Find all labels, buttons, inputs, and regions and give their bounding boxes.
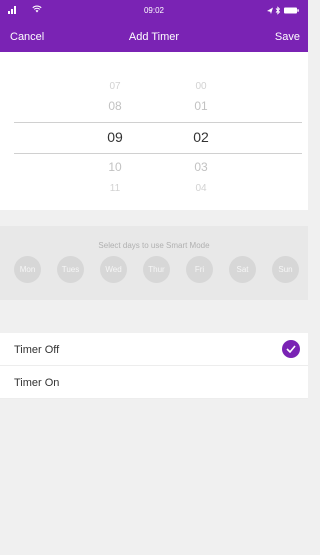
minute-option[interactable]: 01 bbox=[171, 99, 231, 113]
option-timer-on[interactable]: Timer On bbox=[0, 366, 308, 399]
hour-option[interactable]: 07 bbox=[85, 81, 145, 92]
smart-mode-label: Select days to use Smart Mode bbox=[98, 241, 210, 250]
minute-option[interactable]: 04 bbox=[171, 183, 231, 194]
battery-icon bbox=[284, 7, 297, 14]
hour-option[interactable]: 11 bbox=[85, 183, 145, 194]
bluetooth-icon bbox=[275, 6, 281, 15]
day-button-fri[interactable]: Fri bbox=[186, 256, 213, 283]
option-timer-off[interactable]: Timer Off bbox=[0, 333, 308, 366]
minute-wheel[interactable]: 00 01 02 03 04 bbox=[171, 52, 231, 210]
timer-options-list: Timer Off Timer On bbox=[0, 333, 308, 399]
selection-line-top bbox=[14, 122, 302, 123]
status-time: 09:02 bbox=[143, 6, 165, 15]
day-button-wed[interactable]: Wed bbox=[100, 256, 127, 283]
time-picker[interactable]: 07 08 09 10 11 00 01 02 03 04 bbox=[0, 52, 308, 210]
page-title: Add Timer bbox=[128, 31, 180, 43]
save-button[interactable]: Save bbox=[275, 31, 300, 43]
day-button-sun[interactable]: Sun bbox=[272, 256, 299, 283]
day-button-thur[interactable]: Thur bbox=[143, 256, 170, 283]
minute-option[interactable]: 00 bbox=[171, 81, 231, 92]
hour-option[interactable]: 08 bbox=[85, 99, 145, 113]
nav-bar: Cancel Add Timer Save bbox=[0, 22, 308, 52]
day-button-sat[interactable]: Sat bbox=[229, 256, 256, 283]
option-label: Timer Off bbox=[14, 344, 60, 356]
checkmark-icon bbox=[282, 340, 300, 358]
selection-line-bottom bbox=[14, 153, 302, 154]
status-bar: 09:02 bbox=[0, 0, 308, 22]
smart-mode-panel: Select days to use Smart Mode Mon Tues W… bbox=[0, 226, 308, 300]
option-label: Timer On bbox=[14, 377, 60, 389]
location-icon bbox=[267, 7, 273, 14]
day-button-tues[interactable]: Tues bbox=[57, 256, 84, 283]
day-selector: Mon Tues Wed Thur Fri Sat Sun bbox=[14, 256, 304, 284]
selected-minute[interactable]: 02 bbox=[171, 129, 231, 145]
selected-hour[interactable]: 09 bbox=[85, 129, 145, 145]
hour-option[interactable]: 10 bbox=[85, 160, 145, 174]
hour-wheel[interactable]: 07 08 09 10 11 bbox=[85, 52, 145, 210]
minute-option[interactable]: 03 bbox=[171, 160, 231, 174]
day-button-mon[interactable]: Mon bbox=[14, 256, 41, 283]
